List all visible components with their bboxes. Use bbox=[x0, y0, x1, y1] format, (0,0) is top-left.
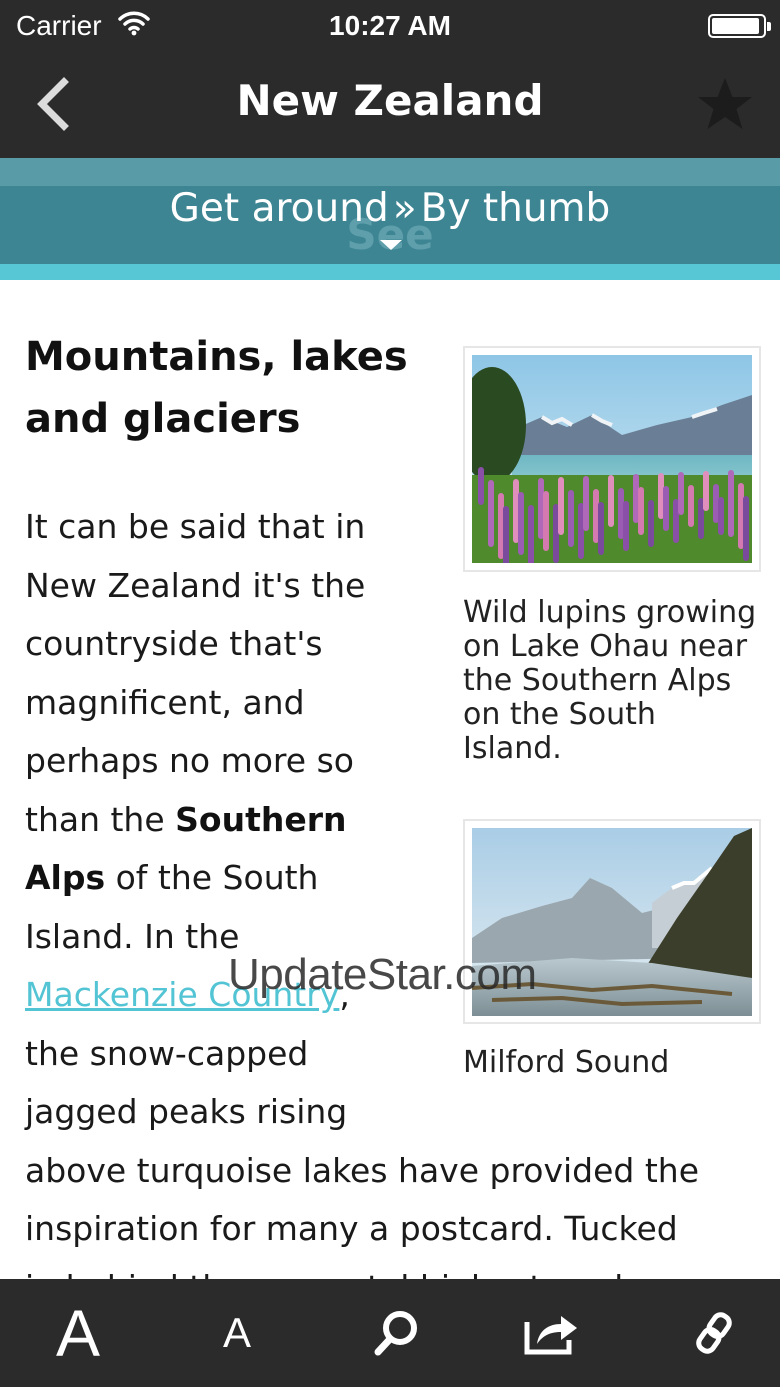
paragraph-line: above turquoise lakes have provided the bbox=[25, 1142, 765, 1201]
section-accent-bar bbox=[0, 264, 780, 280]
share-button[interactable] bbox=[520, 1279, 584, 1387]
watermark: UpdateStar.com bbox=[228, 950, 537, 999]
bottom-toolbar: A A bbox=[0, 1279, 780, 1387]
paragraph-text: countryside that's bbox=[25, 624, 323, 663]
paragraph-line: jagged peaks rising bbox=[25, 1083, 765, 1142]
increase-font-button[interactable]: A bbox=[36, 1279, 120, 1387]
favorite-button[interactable] bbox=[694, 74, 756, 136]
paragraph-text: above turquoise lakes have provided the bbox=[25, 1150, 700, 1190]
page-title: New Zealand bbox=[236, 76, 544, 125]
navigation-bar: New Zealand bbox=[0, 54, 780, 158]
paragraph-text: inspiration for many a postcard. Tucked bbox=[25, 1209, 678, 1248]
paragraph-line: in behind these coastal highest peaks bbox=[25, 1259, 765, 1280]
share-icon bbox=[524, 1316, 577, 1355]
dropdown-caret-icon bbox=[380, 240, 402, 250]
paragraph-line: inspiration for many a postcard. Tucked bbox=[25, 1200, 765, 1259]
lupin-spike bbox=[663, 486, 669, 531]
breadcrumb[interactable]: Get around» By thumb bbox=[0, 186, 780, 231]
section-bar-top-band bbox=[0, 158, 780, 186]
paragraph-text: the snow-capped bbox=[25, 1033, 309, 1073]
battery-level bbox=[712, 18, 760, 34]
bold-term: Alps bbox=[25, 858, 106, 897]
lupin-spike bbox=[743, 496, 749, 561]
lupin-spike bbox=[623, 501, 629, 551]
battery-icon bbox=[708, 14, 771, 38]
lupin-spike bbox=[703, 471, 709, 511]
paragraph-text: jagged peaks rising bbox=[25, 1092, 348, 1131]
lupin-spike bbox=[608, 475, 614, 527]
clock: 10:27 AM bbox=[329, 10, 451, 41]
paragraph-text: magnificent, and bbox=[25, 682, 305, 722]
lupins-lake-photo bbox=[472, 355, 752, 563]
paragraph-text: of the South bbox=[105, 858, 319, 897]
lupin-spike bbox=[568, 490, 574, 547]
figure-lupins[interactable] bbox=[463, 346, 761, 572]
article-heading: Mountains, lakes and glaciers bbox=[25, 334, 408, 442]
paragraph-text: than the bbox=[25, 799, 176, 839]
lupin-spike bbox=[503, 506, 509, 563]
breadcrumb-separator: » bbox=[392, 186, 417, 231]
lupin-spike bbox=[488, 480, 494, 547]
lupin-spike bbox=[718, 497, 724, 535]
lupin-spike bbox=[678, 472, 684, 515]
star-icon bbox=[698, 78, 752, 129]
paragraph-text: It can be said that in bbox=[25, 507, 366, 546]
paragraph-text: New Zealand it's the bbox=[25, 565, 366, 605]
lupin-spike bbox=[558, 477, 564, 535]
lupin-spike bbox=[518, 492, 524, 555]
lupin-spike bbox=[528, 505, 534, 563]
paragraph-text: Island. In the bbox=[25, 916, 240, 956]
link-button[interactable] bbox=[682, 1279, 746, 1387]
search-icon bbox=[374, 1311, 417, 1356]
lupin-spike bbox=[543, 491, 549, 551]
lupin-spike bbox=[688, 485, 694, 527]
lupin-spike bbox=[728, 470, 734, 537]
decrease-font-button[interactable]: A bbox=[205, 1279, 269, 1387]
lupin-spike bbox=[598, 502, 604, 555]
article-content[interactable]: Mountains, lakes and glaciers It can be … bbox=[0, 280, 780, 1279]
search-button[interactable] bbox=[364, 1279, 428, 1387]
section-selector[interactable]: See Get around» By thumb bbox=[0, 158, 780, 280]
lupin-spike bbox=[638, 487, 644, 535]
link-icon bbox=[696, 1312, 732, 1354]
paragraph-text: in behind these coastal highest peaks bbox=[25, 1268, 651, 1280]
lupin-spike bbox=[583, 476, 589, 531]
lupin-spike bbox=[648, 500, 654, 547]
paragraph-text: perhaps no more so bbox=[25, 741, 354, 780]
breadcrumb-parent: Get around bbox=[169, 186, 389, 231]
status-bar: Carrier 10:27 AM bbox=[0, 0, 780, 54]
bold-term: Southern bbox=[175, 799, 347, 839]
figure-caption-milford: Milford Sound bbox=[463, 1045, 670, 1080]
lupin-spike bbox=[478, 467, 484, 505]
figure-caption-lupins: Wild lupins growing on Lake Ohau near th… bbox=[463, 595, 757, 766]
breadcrumb-current: By thumb bbox=[420, 186, 611, 231]
